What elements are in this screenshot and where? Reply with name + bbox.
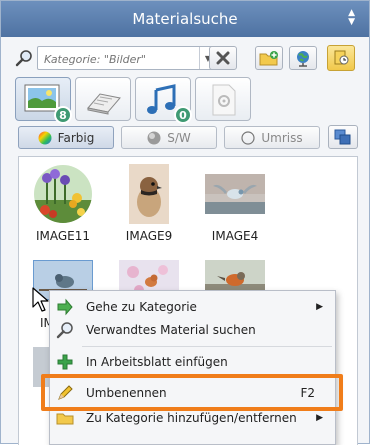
favorites-button[interactable] bbox=[327, 45, 355, 71]
filter-outline-label: Umriss bbox=[261, 130, 303, 145]
audio-count-badge: 0 bbox=[174, 106, 192, 124]
menu-separator bbox=[82, 346, 332, 347]
book-icon bbox=[87, 93, 121, 115]
image-name: IMAGE4 bbox=[211, 229, 259, 243]
menu-item-related-material[interactable]: Verwandtes Material suchen bbox=[50, 317, 335, 343]
image-name: IMAGE11 bbox=[35, 229, 91, 243]
menu-item-insert-worksheet[interactable]: In Arbeitsblatt einfügen bbox=[50, 349, 335, 375]
search-icon bbox=[15, 50, 32, 67]
filter-bw-button[interactable]: S/W bbox=[121, 126, 217, 149]
thumbnail-image11[interactable] bbox=[33, 164, 93, 224]
close-icon bbox=[216, 51, 230, 65]
collapse-toggle-icon[interactable]: ▲ ▼ bbox=[348, 9, 355, 27]
images-count-badge: 8 bbox=[54, 106, 72, 124]
color-wheel-icon bbox=[38, 131, 52, 144]
rename-highlight-frame bbox=[41, 374, 343, 411]
copy-icon bbox=[334, 129, 351, 145]
add-folder-button[interactable] bbox=[255, 46, 283, 70]
filter-color-button[interactable]: Farbig bbox=[18, 126, 114, 149]
view-options-button[interactable] bbox=[328, 125, 358, 149]
globe-icon bbox=[297, 51, 309, 67]
filter-color-label: Farbig bbox=[57, 130, 95, 145]
search-icon bbox=[56, 322, 73, 339]
menu-item-label: Zu Kategorie hinzufügen/entfernen bbox=[86, 411, 297, 425]
folder-add-icon bbox=[259, 51, 278, 66]
document-icon bbox=[212, 84, 236, 116]
title-bar[interactable]: Materialsuche ▲ ▼ bbox=[1, 1, 369, 37]
tab-audio[interactable]: 0 bbox=[135, 77, 192, 124]
arrow-right-icon bbox=[57, 298, 73, 316]
thumbnail-image9[interactable] bbox=[129, 164, 169, 224]
context-menu: Gehe zu Kategorie ▶ Verwandtes Material … bbox=[49, 290, 336, 445]
thumbnail-image4[interactable] bbox=[205, 174, 265, 214]
grayscale-icon bbox=[147, 131, 161, 144]
plus-icon bbox=[57, 354, 73, 370]
mouse-cursor-icon bbox=[32, 287, 49, 312]
tab-images[interactable]: 8 bbox=[15, 77, 72, 124]
submenu-arrow-icon: ▶ bbox=[316, 413, 323, 423]
menu-item-label: Gehe zu Kategorie bbox=[86, 300, 197, 314]
filter-bw-label: S/W bbox=[167, 130, 191, 145]
search-input[interactable] bbox=[42, 48, 186, 70]
clear-search-button[interactable] bbox=[209, 46, 237, 70]
tab-texts[interactable] bbox=[75, 77, 131, 121]
menu-item-label: In Arbeitsblatt einfügen bbox=[86, 355, 228, 369]
material-type-tabs: 8 0 bbox=[15, 77, 265, 124]
search-row: ▼ bbox=[11, 45, 361, 71]
submenu-arrow-icon: ▶ bbox=[316, 302, 323, 312]
material-search-panel: Materialsuche ▲▼ ▼ bbox=[0, 0, 370, 445]
menu-item-label: Verwandtes Material suchen bbox=[86, 323, 256, 337]
outline-circle-icon bbox=[241, 130, 255, 145]
image-name: IMAGE9 bbox=[125, 229, 173, 243]
color-filter-bar: Farbig S/W Umriss bbox=[18, 125, 361, 150]
bookmark-icon bbox=[334, 50, 349, 65]
folder-icon bbox=[56, 413, 74, 425]
window-title: Materialsuche bbox=[132, 10, 238, 28]
filter-outline-button[interactable]: Umriss bbox=[224, 126, 320, 149]
web-search-button[interactable] bbox=[289, 46, 317, 70]
tab-other[interactable] bbox=[195, 77, 251, 121]
search-field[interactable]: ▼ bbox=[37, 46, 217, 70]
